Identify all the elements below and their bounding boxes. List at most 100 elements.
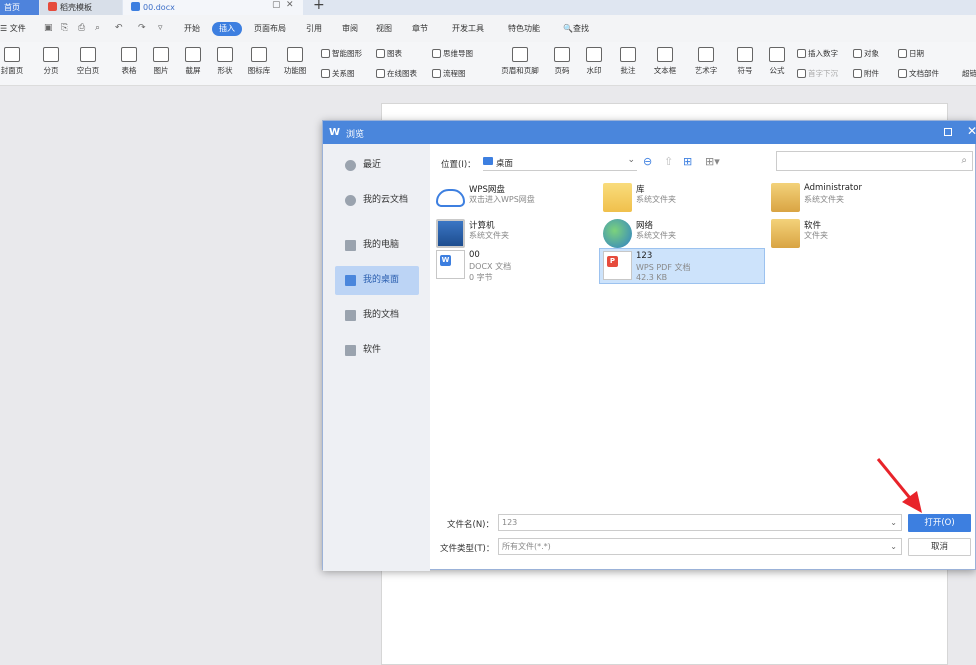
dropcap-button[interactable]: 首字下沉: [797, 68, 838, 79]
customize-icon[interactable]: ▿: [158, 23, 163, 33]
attachment-button[interactable]: 附件: [853, 68, 879, 79]
sidebar-item-desktop[interactable]: 我的桌面: [335, 266, 419, 295]
file-item-00-docx[interactable]: W 00 DOCX 文档 0 字节: [433, 248, 599, 282]
table-icon: [121, 47, 137, 62]
file-item-network[interactable]: 网络 系统文件夹: [600, 217, 766, 251]
mindmap-icon: [432, 49, 441, 58]
menu-insert[interactable]: 插入: [212, 22, 242, 36]
menu-features[interactable]: 特色功能: [508, 24, 540, 34]
template-icon: [48, 2, 57, 11]
insert-number-button[interactable]: 插入数字: [797, 48, 838, 59]
object-button[interactable]: 对象: [853, 48, 879, 59]
view-mode-icon[interactable]: ⊞▾: [705, 155, 720, 168]
close-icon[interactable]: ✕: [967, 124, 976, 138]
online-chart-icon: [376, 69, 385, 78]
page-number-label: 页码: [554, 66, 570, 75]
pin-icon[interactable]: ▢: [272, 0, 281, 10]
file-item-computer[interactable]: 计算机 系统文件夹: [433, 217, 599, 251]
screenshot-label: 截屏: [185, 66, 201, 75]
location-dropdown[interactable]: 桌面 ⌄: [483, 153, 637, 171]
menu-chapter[interactable]: 章节: [412, 24, 428, 34]
mindmap-button[interactable]: 思维导图: [432, 48, 473, 59]
page-break-button[interactable]: 分页: [38, 47, 64, 76]
relation-label: 关系图: [332, 69, 355, 78]
icon-library-button[interactable]: 图标库: [245, 47, 273, 76]
redo-icon[interactable]: ↷: [138, 23, 146, 33]
dialog-sidebar: 最近 我的云文档 我的电脑 我的桌面 我的文档 软件: [323, 144, 430, 571]
desktop-icon: [345, 275, 356, 286]
date-label: 日期: [909, 49, 924, 58]
sidebar-item-recent[interactable]: 最近: [335, 151, 419, 180]
save-icon[interactable]: ▣: [44, 23, 53, 33]
flowchart-button[interactable]: 流程图: [432, 68, 466, 79]
menu-search[interactable]: 🔍查找: [563, 24, 589, 34]
tab-home[interactable]: 首页: [0, 0, 39, 15]
filename-input[interactable]: 123 ⌄: [498, 514, 902, 531]
watermark-button[interactable]: 水印: [582, 47, 606, 76]
file-item-123-pdf[interactable]: P 123 WPS PDF 文档 42.3 KB: [599, 248, 765, 284]
menu-reference[interactable]: 引用: [306, 24, 322, 34]
menu-review[interactable]: 审阅: [342, 24, 358, 34]
search-input[interactable]: ⌕: [776, 151, 973, 171]
file-item-wps-drive[interactable]: WPS网盘 双击进入WPS网盘: [433, 181, 599, 215]
new-folder-icon[interactable]: ⊞: [683, 155, 692, 168]
up-folder-icon[interactable]: ⇧: [664, 155, 673, 168]
sidebar-item-label: 软件: [363, 345, 382, 355]
header-footer-button[interactable]: 页眉和页脚: [498, 47, 542, 76]
print-icon[interactable]: ⎙: [78, 23, 85, 33]
chart-button[interactable]: 图表: [376, 48, 402, 59]
relation-button[interactable]: 关系图: [321, 68, 355, 79]
wordart-label: 艺术字: [694, 66, 718, 75]
document-parts-button[interactable]: 文档部件: [898, 68, 939, 79]
online-chart-button[interactable]: 在线图表: [376, 68, 417, 79]
file-item-administrator[interactable]: Administrator 系统文件夹: [768, 181, 934, 215]
undo-icon[interactable]: ↶: [115, 23, 123, 33]
smartart-button[interactable]: 智能图形: [321, 48, 362, 59]
cover-page-button[interactable]: 封面页: [0, 47, 24, 76]
file-desc: 系统文件夹: [636, 231, 676, 240]
cancel-button[interactable]: 取消: [908, 538, 971, 556]
picture-button[interactable]: 图片: [148, 47, 174, 76]
blank-page-button[interactable]: 空白页: [71, 47, 105, 76]
export-icon[interactable]: ⎘: [61, 23, 68, 33]
file-item-software[interactable]: 软件 文件夹: [768, 217, 934, 251]
sidebar-item-computer[interactable]: 我的电脑: [335, 231, 419, 260]
menu-view[interactable]: 视图: [376, 24, 392, 34]
page-number-button[interactable]: 页码: [550, 47, 574, 76]
hyperlink-button[interactable]: 超链: [962, 68, 976, 79]
table-button[interactable]: 表格: [116, 47, 142, 76]
formula-button[interactable]: 公式: [765, 47, 789, 76]
menu-layout[interactable]: 页面布局: [254, 24, 286, 34]
date-button[interactable]: 日期: [898, 48, 924, 59]
symbol-button[interactable]: 符号: [733, 47, 757, 76]
menu-home[interactable]: 开始: [184, 24, 200, 34]
maximize-icon[interactable]: [944, 128, 952, 136]
chart-icon: [376, 49, 385, 58]
network-globe-icon: [603, 219, 632, 248]
screenshot-button[interactable]: 截屏: [180, 47, 206, 76]
tab-template-label: 稻壳模板: [60, 3, 92, 12]
dialog-title-bar[interactable]: W 浏览 ✕: [323, 121, 976, 144]
menu-file[interactable]: ☰ 文件: [0, 24, 26, 34]
sidebar-item-software[interactable]: 软件: [335, 336, 419, 365]
shape-button[interactable]: 形状: [212, 47, 238, 76]
sidebar-item-cloud-docs[interactable]: 我的云文档: [335, 186, 419, 215]
function-chart-button[interactable]: 功能图: [279, 47, 311, 76]
sidebar-item-documents[interactable]: 我的文档: [335, 301, 419, 330]
sidebar-item-label: 最近: [363, 160, 382, 170]
textbox-button[interactable]: 文本框: [650, 47, 680, 76]
tab-template[interactable]: 稻壳模板: [40, 0, 122, 15]
document-parts-icon: [898, 69, 907, 78]
filetype-select[interactable]: 所有文件(*.*) ⌄: [498, 538, 902, 555]
back-icon[interactable]: ⊖: [643, 155, 652, 168]
flowchart-icon: [432, 69, 441, 78]
preview-icon[interactable]: ⌕: [95, 23, 100, 33]
file-desc: 系统文件夹: [804, 195, 844, 204]
file-item-library[interactable]: 库 系统文件夹: [600, 181, 766, 215]
close-tab-icon[interactable]: ✕: [286, 0, 294, 10]
comment-button[interactable]: 批注: [617, 47, 639, 76]
wordart-button[interactable]: 艺术字: [690, 47, 722, 76]
file-desc: 系统文件夹: [469, 231, 509, 240]
new-tab-button[interactable]: +: [313, 0, 325, 13]
menu-developer[interactable]: 开发工具: [452, 24, 484, 34]
